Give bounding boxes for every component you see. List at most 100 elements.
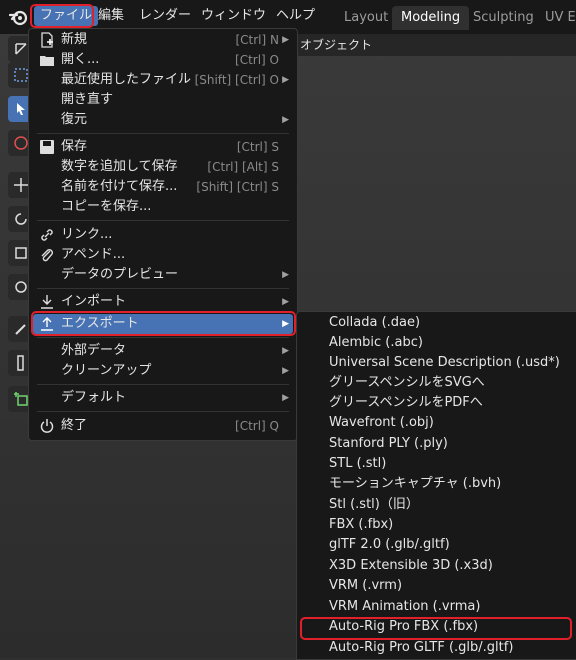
submenu-arrow-icon: ▶ — [282, 115, 289, 125]
menu-item-new[interactable]: 新規 [Ctrl] N ▶ — [33, 30, 293, 50]
export-item-stl-legacy[interactable]: Stl (.stl)（旧） — [301, 495, 573, 515]
menu-item-append[interactable]: アペンド... — [33, 245, 293, 265]
export-item-x3d[interactable]: X3D Extensible 3D (.x3d) — [301, 556, 573, 576]
folder-icon — [40, 56, 54, 66]
menu-item-label: データのプレビュー — [61, 267, 179, 282]
submenu-arrow-icon: ▶ — [282, 297, 289, 307]
axes-icon — [15, 43, 27, 55]
menu-item-quit[interactable]: 終了 [Ctrl] Q — [33, 416, 293, 436]
tab-uv-editing[interactable]: UV Ed — [536, 6, 576, 30]
menu-item-link[interactable]: リンク... — [33, 225, 293, 245]
link-icon — [41, 229, 53, 241]
export-item-usd[interactable]: Universal Scene Description (.usd*) — [301, 353, 573, 373]
menu-item-label: 終了 — [61, 418, 88, 433]
menu-item-label: STL (.stl) — [329, 456, 387, 471]
menu-separator — [37, 220, 289, 221]
menu-window[interactable]: ウィンドウ — [195, 6, 272, 26]
menu-item-external-data[interactable]: 外部データ ▶ — [33, 341, 293, 361]
shortcut-label: [Shift] [Ctrl] O — [194, 73, 279, 87]
cursor-icon — [17, 103, 25, 115]
file-menu-highlight-box — [30, 4, 94, 28]
menu-separator — [37, 411, 289, 412]
add-cube-icon — [14, 392, 28, 406]
menu-item-label: 開き直す — [61, 92, 114, 107]
submenu-arrow-icon: ▶ — [282, 35, 289, 45]
tab-layout[interactable]: Layout — [335, 6, 397, 30]
menu-item-label: X3D Extensible 3D (.x3d) — [329, 558, 493, 573]
shortcut-label: [Ctrl] Q — [235, 419, 279, 433]
submenu-arrow-icon: ▶ — [282, 270, 289, 280]
menu-item-save-copy[interactable]: コピーを保存... — [33, 197, 293, 217]
append-icon — [41, 249, 53, 262]
menu-item-open[interactable]: 開く... [Ctrl] O — [33, 50, 293, 70]
submenu-arrow-icon: ▶ — [282, 366, 289, 376]
export-item-stl[interactable]: STL (.stl) — [301, 454, 573, 474]
tab-modeling[interactable]: Modeling — [392, 6, 470, 30]
menu-item-label: 保存 — [61, 139, 88, 154]
menu-item-label: 復元 — [61, 112, 88, 127]
import-icon — [41, 295, 53, 309]
menu-item-label: クリーンアップ — [61, 363, 152, 378]
menu-item-label: glTF 2.0 (.glb/.gltf) — [329, 537, 450, 552]
menu-item-label: Stanford PLY (.ply) — [329, 436, 448, 451]
menu-item-label: デフォルト — [61, 390, 127, 405]
menu-item-label: 開く... — [61, 52, 100, 67]
menu-item-label: Collada (.dae) — [329, 315, 421, 330]
menu-item-data-previews[interactable]: データのプレビュー ▶ — [33, 265, 293, 285]
menu-item-label: Stl (.stl)（旧） — [329, 497, 419, 512]
export-submenu: Collada (.dae) Alembic (.abc) Universal … — [296, 311, 576, 660]
menu-item-revert[interactable]: 開き直す — [33, 90, 293, 110]
export-item-bvh[interactable]: モーションキャプチャ (.bvh) — [301, 474, 573, 494]
menu-separator — [37, 288, 289, 289]
blender-logo-icon[interactable] — [8, 7, 28, 27]
export-item-obj[interactable]: Wavefront (.obj) — [301, 413, 573, 433]
export-item-gpencil-svg[interactable]: グリースペンシルをSVGへ — [301, 373, 573, 393]
menu-item-save-as[interactable]: 名前を付けて保存... [Shift] [Ctrl] S — [33, 177, 293, 197]
menu-item-label: 名前を付けて保存... — [61, 179, 178, 194]
export-item-fbx[interactable]: FBX (.fbx) — [301, 515, 573, 535]
menu-item-import[interactable]: インポート ▶ — [33, 292, 293, 312]
menu-help[interactable]: ヘルプ — [270, 6, 321, 26]
menu-item-defaults[interactable]: デフォルト ▶ — [33, 388, 293, 408]
pen-icon — [15, 324, 26, 335]
export-item-vrm[interactable]: VRM (.vrm) — [301, 576, 573, 596]
menu-separator — [37, 337, 289, 338]
menu-item-label: 外部データ — [61, 343, 127, 358]
arp-fbx-highlight-box — [300, 617, 572, 640]
menu-item-save-incremental[interactable]: 数字を追加して保存 [Ctrl] [Alt] S — [33, 157, 293, 177]
export-item-vrma[interactable]: VRM Animation (.vrma) — [301, 597, 573, 617]
menu-item-label: Auto-Rig Pro GLTF (.glb/.gltf) — [329, 640, 514, 655]
gizmo-icon — [15, 281, 27, 293]
menu-render[interactable]: レンダー — [133, 6, 197, 26]
move-icon — [14, 178, 28, 192]
menu-item-open-recent[interactable]: 最近使用したファイル [Shift] [Ctrl] O ▶ — [33, 70, 293, 90]
menu-item-label: リンク... — [61, 227, 113, 242]
export-item-arp-gltf[interactable]: Auto-Rig Pro GLTF (.glb/.gltf) — [301, 638, 573, 658]
power-icon — [40, 419, 54, 433]
export-item-ply[interactable]: Stanford PLY (.ply) — [301, 434, 573, 454]
tab-sculpting[interactable]: Sculpting — [464, 6, 543, 30]
export-item-gltf[interactable]: glTF 2.0 (.glb/.gltf) — [301, 535, 573, 555]
menu-item-label: 数字を追加して保存 — [61, 159, 178, 174]
export-item-gpencil-pdf[interactable]: グリースペンシルをPDFへ — [301, 393, 573, 413]
submenu-arrow-icon: ▶ — [282, 75, 289, 85]
menu-item-clean-up[interactable]: クリーンアップ ▶ — [33, 361, 293, 381]
menu-item-label: FBX (.fbx) — [329, 517, 394, 532]
menu-item-label: VRM (.vrm) — [329, 578, 403, 593]
menu-item-label: グリースペンシルをSVGへ — [329, 375, 485, 390]
menu-item-save[interactable]: 保存 [Ctrl] S — [33, 137, 293, 157]
menu-item-recover[interactable]: 復元 ▶ — [33, 110, 293, 130]
menu-item-label: アペンド... — [61, 247, 126, 262]
menu-edit[interactable]: 編集 — [92, 6, 130, 26]
shortcut-label: [Ctrl] O — [235, 53, 279, 67]
menu-item-label: Wavefront (.obj) — [329, 415, 434, 430]
select-box-icon — [14, 68, 28, 82]
new-file-icon — [41, 32, 53, 48]
menu-item-label: インポート — [61, 294, 127, 309]
menu-item-label: グリースペンシルをPDFへ — [329, 395, 483, 410]
export-item-collada[interactable]: Collada (.dae) — [301, 313, 573, 333]
export-item-alembic[interactable]: Alembic (.abc) — [301, 333, 573, 353]
object-menu[interactable]: オブジェクト — [300, 36, 372, 53]
menu-item-label: Alembic (.abc) — [329, 335, 423, 350]
menu-separator — [37, 133, 289, 134]
